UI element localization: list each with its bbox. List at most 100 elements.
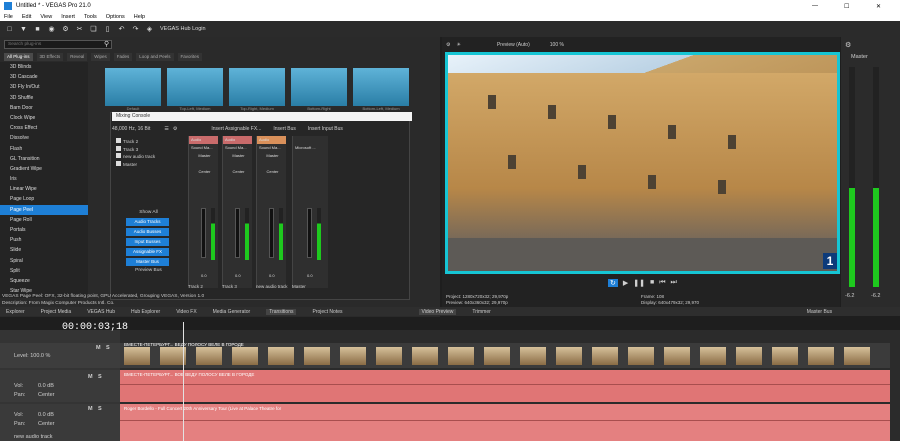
track-checkbox[interactable] (116, 153, 121, 158)
insert-fx-button[interactable]: Insert Assignable FX... (211, 126, 261, 132)
audio-busses-button[interactable]: Audio Busses (126, 228, 169, 236)
cut-icon[interactable]: ✂ (76, 26, 83, 33)
loop-icon[interactable]: ↻ (608, 279, 618, 287)
tab-all-plugins[interactable]: All Plug-ins (4, 53, 33, 61)
tab-fades[interactable]: Fades (113, 53, 133, 61)
pause-icon[interactable]: ❚❚ (633, 279, 645, 287)
playhead-cursor[interactable] (183, 322, 184, 441)
solo-button[interactable]: S (98, 406, 102, 412)
strip-pan[interactable]: Center (223, 168, 252, 176)
insert-bus-button[interactable]: Insert Bus (273, 126, 296, 132)
track-checkbox[interactable] (116, 145, 121, 151)
strip-output[interactable]: Master (189, 152, 218, 160)
menu-edit[interactable]: Edit (22, 14, 31, 20)
next-frame-icon[interactable]: ⏭ (671, 279, 677, 287)
plugin-item[interactable]: Spiral (0, 256, 88, 266)
strip-pan[interactable]: Center (189, 168, 218, 176)
tab-favorites[interactable]: Favorites (177, 53, 203, 61)
tab-master-bus[interactable]: Master Bus (807, 309, 832, 315)
volume-fader[interactable] (269, 208, 274, 258)
audio-clip[interactable]: ВМЕСТЕ-ПЕТЕРБУРГ... ВОВ ВЕДУ ПОЛОСУ ВЕЛЕ… (120, 370, 890, 402)
search-icon[interactable]: ⚲ (104, 40, 109, 48)
close-button[interactable]: ✕ (876, 3, 881, 10)
render-icon[interactable]: ◉ (48, 26, 55, 33)
tab-video-preview[interactable]: Video Preview (418, 308, 457, 315)
tab-explorer[interactable]: Explorer (6, 309, 25, 315)
search-input[interactable]: Search plug-ins (4, 40, 112, 49)
tab-project-notes[interactable]: Project Notes (312, 309, 342, 315)
mixer-menu-icon[interactable]: ☰ (164, 126, 168, 132)
strip-device[interactable]: Sound Ma... (223, 144, 252, 152)
menu-options[interactable]: Options (106, 14, 125, 20)
tab-3d-effects[interactable]: 3D Effects (36, 53, 64, 61)
tab-project-media[interactable]: Project Media (41, 309, 72, 315)
plugin-item[interactable]: Dissolve (0, 133, 88, 143)
tab-wipes[interactable]: Wipes (91, 53, 110, 61)
transition-thumb[interactable]: Top-Right, Medium (229, 68, 285, 111)
plugin-item[interactable]: Page Loop (0, 194, 88, 204)
plugin-item[interactable]: Barn Door (0, 103, 88, 113)
volume-fader[interactable] (201, 208, 206, 258)
strip-device[interactable]: Microsoft ... (293, 144, 328, 152)
strip-device[interactable]: Sound Ma... (189, 144, 218, 152)
solo-button[interactable]: S (98, 374, 102, 380)
preview-zoom-select[interactable]: 100 % (550, 42, 564, 48)
plugin-item[interactable]: Gradient Wipe (0, 164, 88, 174)
plugin-item[interactable]: Cross Effect (0, 123, 88, 133)
gear-icon[interactable]: ⚙ (446, 42, 450, 48)
plugin-item[interactable]: GL Transition (0, 154, 88, 164)
plugin-item[interactable]: Iris (0, 174, 88, 184)
volume-fader[interactable] (307, 208, 312, 258)
volume-fader[interactable] (235, 208, 240, 258)
assignable-fx-button[interactable]: Assignable FX (126, 248, 169, 256)
save-icon[interactable]: ■ (34, 26, 41, 33)
input-busses-button[interactable]: Input Busses (126, 238, 169, 246)
mute-button[interactable]: M (88, 406, 93, 412)
insert-input-bus-button[interactable]: Insert Input Bus (308, 126, 343, 132)
plugin-item[interactable]: Flash (0, 144, 88, 154)
preview-fx-icon[interactable]: ☀ (456, 42, 460, 48)
track-checkbox[interactable] (116, 138, 121, 143)
play-icon[interactable]: ▶ (623, 279, 628, 287)
mute-button[interactable]: M (88, 374, 93, 380)
hub-icon[interactable]: ◈ (146, 26, 153, 33)
menu-view[interactable]: View (40, 14, 52, 20)
new-file-icon[interactable]: □ (6, 26, 13, 33)
transition-thumb[interactable]: Bottom-Left, Medium (353, 68, 409, 111)
tab-transitions[interactable]: Transitions (266, 308, 297, 315)
minimize-button[interactable]: — (812, 3, 818, 9)
stop-icon[interactable]: ■ (650, 279, 654, 287)
tab-loop-peels[interactable]: Loop and Peels (136, 53, 174, 61)
plugin-item[interactable]: 3D Blinds (0, 62, 88, 72)
tab-media-generator[interactable]: Media Generator (213, 309, 251, 315)
audio-clip[interactable]: Roger Bordello - Full Concert 20th Anniv… (120, 404, 890, 441)
tab-hub-explorer[interactable]: Hub Explorer (131, 309, 160, 315)
solo-button[interactable]: S (106, 345, 110, 351)
transition-thumb[interactable]: Top-Left, Medium (167, 68, 223, 111)
strip-device[interactable]: Sound Ma... (257, 144, 286, 152)
audio-tracks-button[interactable]: Audio Tracks (126, 218, 169, 226)
properties-icon[interactable]: ⚙ (62, 26, 69, 33)
prev-frame-icon[interactable]: ⏮ (659, 279, 665, 287)
plugin-item[interactable]: Clock Wipe (0, 113, 88, 123)
transition-thumb[interactable]: Bottom-Right (291, 68, 347, 111)
strip-pan[interactable]: Center (257, 168, 286, 176)
tab-video-fx[interactable]: Video FX (176, 309, 196, 315)
plugin-item[interactable]: 3D Shuffle (0, 93, 88, 103)
plugin-item[interactable]: Push (0, 235, 88, 245)
plugin-item[interactable]: Portals (0, 225, 88, 235)
tab-vegas-hub[interactable]: VEGAS Hub (87, 309, 115, 315)
plugin-item[interactable]: Slide (0, 245, 88, 255)
plugin-item-selected[interactable]: Page Peel (0, 204, 88, 215)
plugin-item[interactable]: Split (0, 266, 88, 276)
preview-mode-select[interactable]: Preview (Auto) (497, 42, 530, 48)
hub-login-link[interactable]: VEGAS Hub Login (160, 26, 206, 32)
strip-output[interactable]: Master (257, 152, 286, 160)
gear-icon[interactable]: ⚙ (173, 126, 177, 132)
tab-reveal[interactable]: Reveal (67, 53, 88, 61)
menu-file[interactable]: File (4, 14, 13, 20)
paste-icon[interactable]: ▯ (104, 26, 111, 33)
menu-insert[interactable]: Insert (61, 14, 75, 20)
video-clip[interactable]: ВМЕСТЕ-ПЕТЕРБУРГ... ВЕДУ ПОЛОСУ ВЕЛЕ В Г… (120, 342, 890, 368)
transition-thumb[interactable]: Default (105, 68, 161, 111)
